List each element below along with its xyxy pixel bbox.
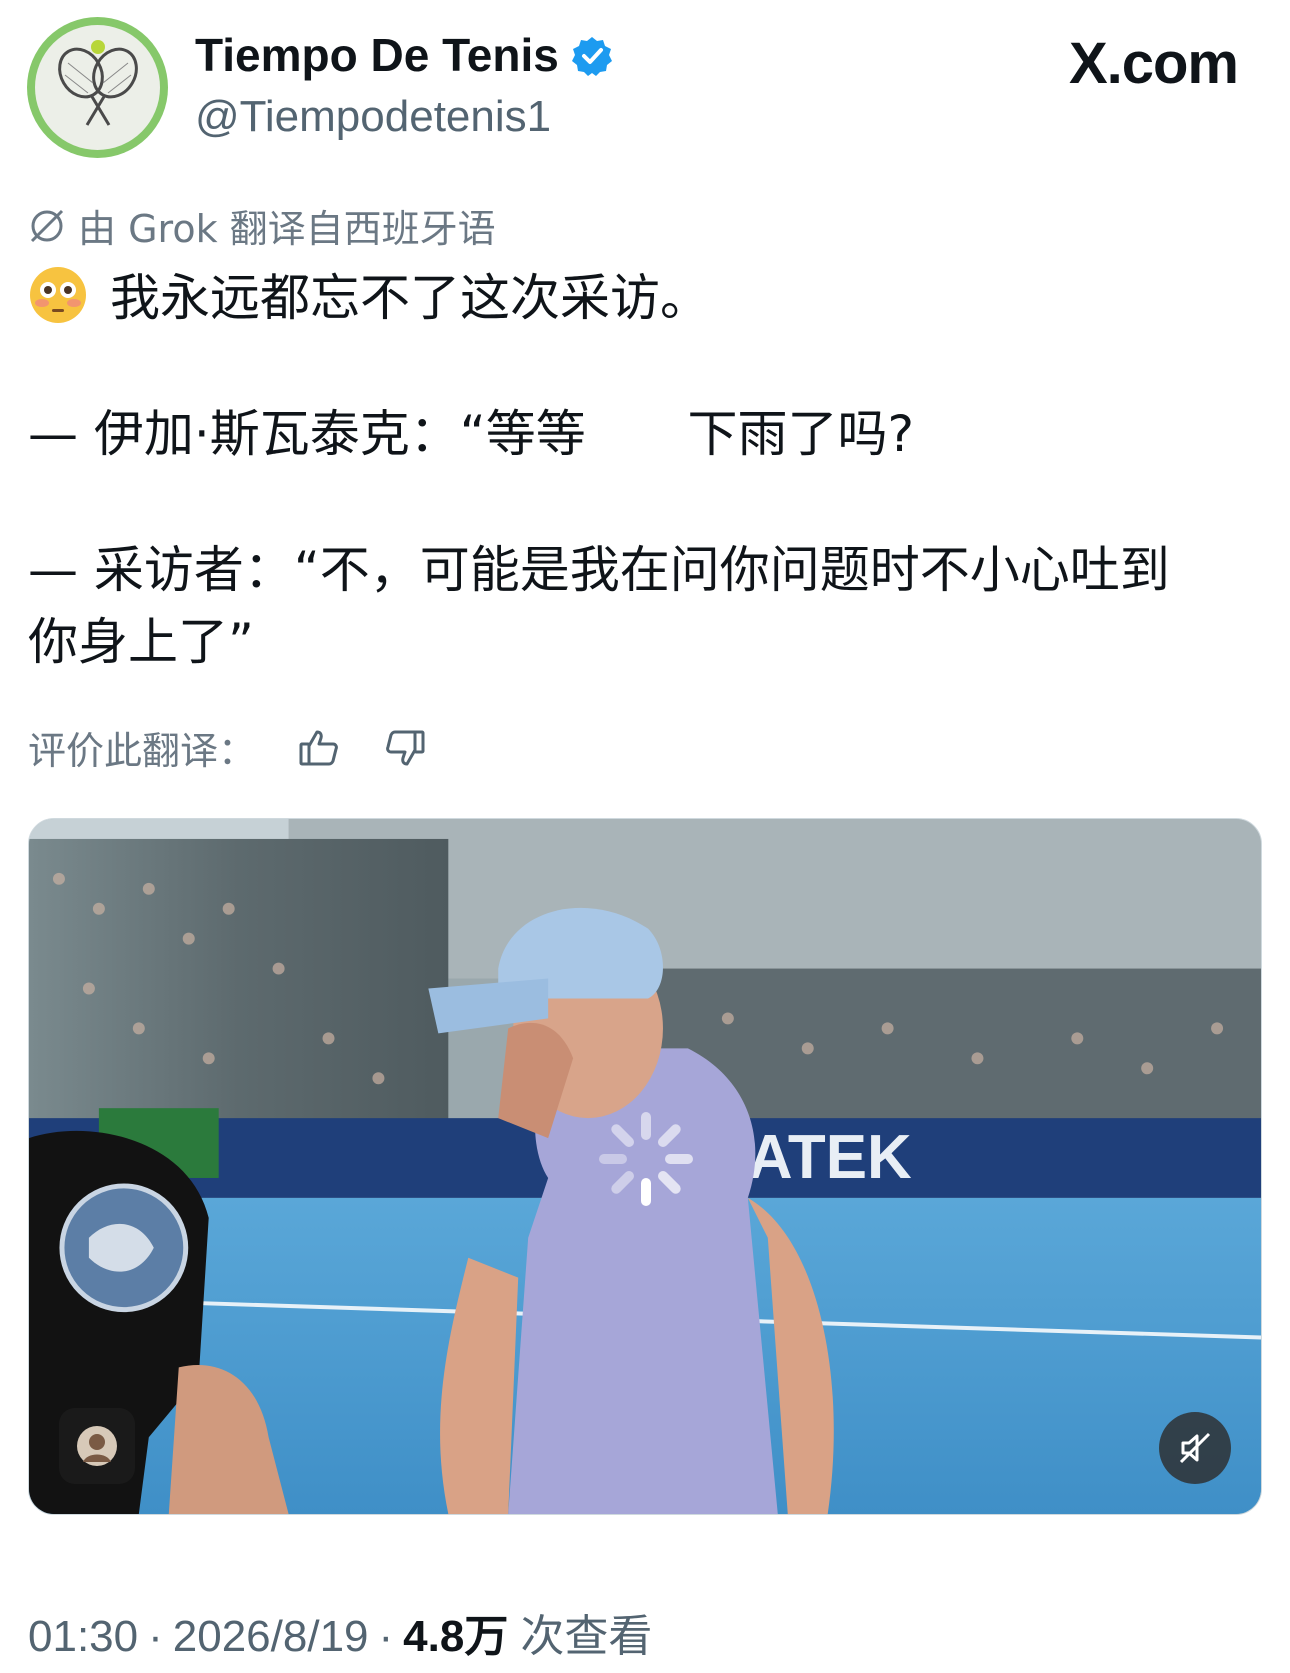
translation-notice: 由 Grok 翻译自西班牙语 — [28, 198, 496, 253]
x-brand-logo: X.com — [1068, 31, 1239, 96]
tweet-body: 我永远都忘不了这次采访。 — 伊加·斯瓦泰克：“等等 下雨了吗? — 采访者：“… — [28, 262, 1258, 678]
speaker-muted-icon — [1179, 1432, 1211, 1464]
tweet-line-4: 你身上了” — [28, 606, 1258, 678]
display-name[interactable]: Tiempo De Tenis — [195, 28, 613, 82]
thumbs-up-icon[interactable] — [296, 725, 342, 771]
views-count[interactable]: 4.8万 — [403, 1600, 508, 1664]
loading-spinner-icon — [599, 1112, 693, 1206]
verified-badge-icon — [571, 34, 613, 76]
tweet-text-line-2b: 下雨了吗? — [687, 405, 915, 463]
tweet-line-2: — 伊加·斯瓦泰克：“等等 下雨了吗? — [28, 398, 1258, 470]
tweet-text-line-4: 你身上了” — [28, 613, 254, 671]
tweet-meta: 01:30 · 2026/8/19 · 4.8万 次查看 — [28, 1600, 652, 1664]
video-player[interactable]: ATEK A — [28, 818, 1262, 1515]
meta-separator: · — [148, 1612, 163, 1661]
banner-text: ATEK — [748, 1123, 912, 1192]
translation-notice-text: 由 Grok 翻译自西班牙语 — [78, 207, 496, 251]
tweet-header: Tiempo De Tenis @Tiempodetenis1 X.com — [0, 0, 1290, 170]
tweet-time[interactable]: 01:30 — [28, 1612, 138, 1662]
video-author-avatar[interactable] — [59, 1408, 135, 1484]
tweet-text-line-2: — 伊加·斯瓦泰克：“等等 — [28, 405, 586, 463]
tweet-text-line-3: — 采访者：“不，可能是我在问你问题时不小心吐到 — [28, 541, 1170, 599]
grok-icon — [30, 209, 64, 242]
user-handle[interactable]: @Tiempodetenis1 — [195, 92, 551, 142]
meta-separator-2: · — [378, 1612, 394, 1661]
tweet-line-3: — 采访者：“不，可能是我在问你问题时不小心吐到 — [28, 534, 1258, 606]
thumbs-down-icon[interactable] — [382, 725, 428, 771]
tweet-date[interactable]: 2026/8/19 — [173, 1612, 369, 1662]
rate-translation-label: 评价此翻译： — [28, 729, 257, 773]
tweet-text-line-1: 我永远都忘不了这次采访。 — [110, 269, 710, 327]
tennis-rackets-logo-icon — [35, 25, 160, 150]
display-name-text[interactable]: Tiempo De Tenis — [195, 28, 559, 82]
rate-translation: 评价此翻译： — [28, 720, 428, 775]
flushed-face-emoji-icon — [28, 265, 88, 325]
tweet-line-1: 我永远都忘不了这次采访。 — [28, 262, 1258, 334]
profile-avatar[interactable] — [27, 17, 168, 158]
views-label: 次查看 — [520, 1612, 653, 1661]
mute-toggle-button[interactable] — [1159, 1412, 1231, 1484]
